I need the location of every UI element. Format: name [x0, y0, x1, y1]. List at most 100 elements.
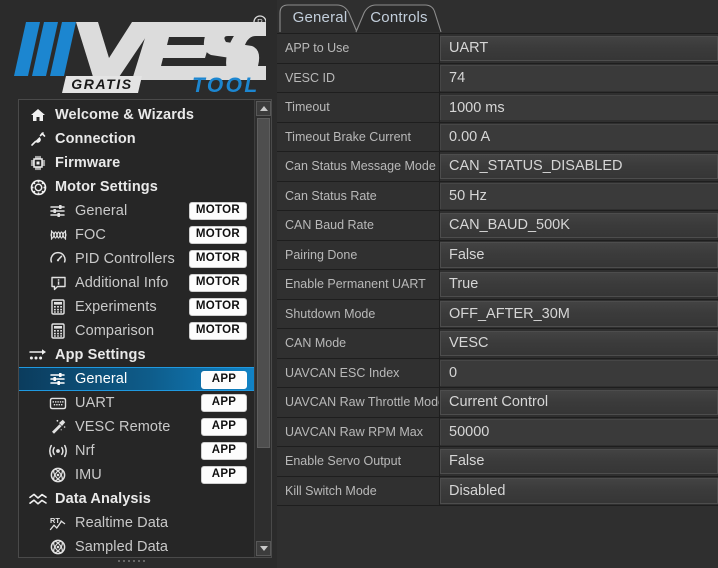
sidebar-item-badge: MOTOR — [188, 274, 247, 292]
parameter-value-dropdown[interactable]: CAN_BAUD_500K — [440, 212, 718, 238]
plug-icon — [27, 130, 49, 148]
scroll-down-arrow-icon[interactable] — [256, 541, 271, 556]
chip-icon — [27, 154, 49, 172]
svg-text:R: R — [257, 18, 263, 27]
sidebar-item-general[interactable]: General APP — [19, 367, 255, 391]
parameter-name: APP to Use — [277, 34, 440, 63]
sidebar-item-badge: APP — [201, 442, 247, 460]
sidebar-item-experiments[interactable]: Experiments MOTOR — [19, 295, 255, 319]
table-row: Timeout 1000 ms — [277, 93, 718, 123]
realtime-icon: RT — [47, 514, 69, 532]
parameter-table: APP to Use UART VESC ID 74 Timeout 1000 ms Tim… — [277, 33, 718, 568]
sidebar-item-data-analysis[interactable]: Data Analysis — [19, 487, 255, 511]
vesc-tool-logo: R GRATIS TOOL — [14, 14, 266, 96]
parameter-value-input[interactable]: 74 — [440, 65, 718, 91]
sidebar-item-nrf[interactable]: Nrf APP — [19, 439, 255, 463]
parameter-value-input[interactable]: 0 — [440, 360, 718, 386]
sidebar-scrollbar[interactable] — [254, 100, 271, 557]
home-icon — [27, 106, 49, 124]
table-row: Shutdown Mode OFF_AFTER_30M — [277, 299, 718, 329]
sidebar-item-app-settings[interactable]: App Settings — [19, 343, 255, 367]
parameter-value-dropdown[interactable]: CAN_STATUS_DISABLED — [440, 153, 718, 179]
sidebar-item-comparison[interactable]: Comparison MOTOR — [19, 319, 255, 343]
parameter-name: UAVCAN ESC Index — [277, 358, 440, 387]
sidebar-item-label: Connection — [55, 130, 136, 147]
sidebar-item-sampled-data[interactable]: Sampled Data — [19, 535, 255, 557]
sidebar-item-pid-controllers[interactable]: PID Controllers MOTOR — [19, 247, 255, 271]
sidebar-item-firmware[interactable]: Firmware — [19, 151, 255, 175]
sidebar-item-uart[interactable]: UART APP — [19, 391, 255, 415]
table-row: Enable Permanent UART True — [277, 270, 718, 300]
sidebar-item-welcome-wizards[interactable]: Welcome & Wizards — [19, 103, 255, 127]
content-pane: General Controls APP to Use UART VESC ID 74… — [277, 0, 718, 568]
parameter-value-dropdown[interactable]: OFF_AFTER_30M — [440, 301, 718, 327]
table-row: UAVCAN Raw Throttle Mode Current Control — [277, 388, 718, 418]
sidebar-item-motor-settings[interactable]: Motor Settings — [19, 175, 255, 199]
parameter-value-input[interactable]: 50 Hz — [440, 183, 718, 209]
sidebar-item-label: Firmware — [55, 154, 121, 171]
sidebar-item-label: App Settings — [55, 346, 146, 363]
waveform-icon — [47, 226, 69, 244]
table-row: Timeout Brake Current 0.00 A — [277, 122, 718, 152]
parameter-value-input[interactable]: 1000 ms — [440, 94, 718, 120]
navigation-tree[interactable]: Welcome & Wizards Connection Firmware Motor… — [18, 99, 272, 558]
parameter-name: UAVCAN Raw RPM Max — [277, 417, 440, 446]
sidebar-item-connection[interactable]: Connection — [19, 127, 255, 151]
sidebar-item-general[interactable]: General MOTOR — [19, 199, 255, 223]
sidebar-item-label: FOC — [75, 226, 106, 243]
sidebar-item-label: Welcome & Wizards — [55, 106, 195, 123]
parameter-name: Shutdown Mode — [277, 299, 440, 328]
sidebar-pane: R GRATIS TOOL Welcome & Wizards Connectio… — [0, 0, 277, 567]
parameter-name: Kill Switch Mode — [277, 476, 440, 505]
sidebar-item-realtime-data[interactable]: RT Realtime Data — [19, 511, 255, 535]
sidebar-item-label: Motor Settings — [55, 178, 158, 195]
parameter-value-input[interactable]: 50000 — [440, 419, 718, 445]
sidebar-item-label: Sampled Data — [75, 538, 169, 555]
parameter-value-dropdown[interactable]: Current Control — [440, 389, 718, 415]
splitter-handle[interactable] — [118, 558, 160, 564]
tab-controls[interactable]: Controls — [355, 3, 443, 33]
wavechart-icon — [27, 490, 49, 508]
table-row: CAN Baud Rate CAN_BAUD_500K — [277, 211, 718, 241]
parameter-value-dropdown[interactable]: True — [440, 271, 718, 297]
tab-general[interactable]: General — [279, 3, 361, 33]
svg-text:RT: RT — [50, 516, 60, 525]
parameter-value-dropdown[interactable]: False — [440, 242, 718, 268]
sliders-icon — [47, 202, 69, 220]
parameter-value-dropdown[interactable]: VESC — [440, 330, 718, 356]
parameter-value-dropdown[interactable]: UART — [440, 35, 718, 61]
parameter-name: Can Status Rate — [277, 181, 440, 210]
sidebar-item-additional-info[interactable]: Additional Info MOTOR — [19, 271, 255, 295]
sidebar-item-vesc-remote[interactable]: VESC Remote APP — [19, 415, 255, 439]
parameter-value-dropdown[interactable]: Disabled — [440, 478, 718, 504]
sidebar-item-badge: MOTOR — [188, 226, 247, 244]
parameter-name: Pairing Done — [277, 240, 440, 269]
vesc-tool-window: R GRATIS TOOL Welcome & Wizards Connectio… — [0, 0, 718, 568]
navigation-tree-items: Welcome & Wizards Connection Firmware Motor… — [19, 100, 255, 557]
parameter-name: Can Status Message Mode — [277, 152, 440, 181]
sidebar-item-badge: APP — [201, 466, 247, 484]
sidebar-item-imu[interactable]: IMU APP — [19, 463, 255, 487]
sidebar-item-foc[interactable]: FOC MOTOR — [19, 223, 255, 247]
sliders-icon — [47, 370, 69, 388]
sidebar-item-label: VESC Remote — [75, 418, 171, 435]
sidebar-item-badge: MOTOR — [188, 298, 247, 316]
sidebar-item-badge: MOTOR — [188, 322, 247, 340]
table-row: Can Status Message Mode CAN_STATUS_DISABL… — [277, 152, 718, 182]
info-icon — [47, 274, 69, 292]
gyro-icon — [47, 538, 69, 556]
sidebar-item-badge: APP — [201, 371, 247, 389]
parameter-value-dropdown[interactable]: False — [440, 448, 718, 474]
sidebar-item-label: UART — [75, 394, 115, 411]
parameter-value-input[interactable]: 0.00 A — [440, 124, 718, 150]
antenna-icon — [47, 442, 69, 460]
table-empty-space — [277, 506, 718, 546]
app-settings-icon — [27, 346, 49, 364]
scrollbar-thumb[interactable] — [257, 118, 270, 448]
scroll-up-arrow-icon[interactable] — [256, 101, 271, 116]
table-row: UAVCAN Raw RPM Max 50000 — [277, 417, 718, 447]
parameter-name: Enable Permanent UART — [277, 270, 440, 299]
calculator-icon — [47, 298, 69, 316]
motor-icon — [27, 178, 49, 196]
connector-icon — [47, 394, 69, 412]
